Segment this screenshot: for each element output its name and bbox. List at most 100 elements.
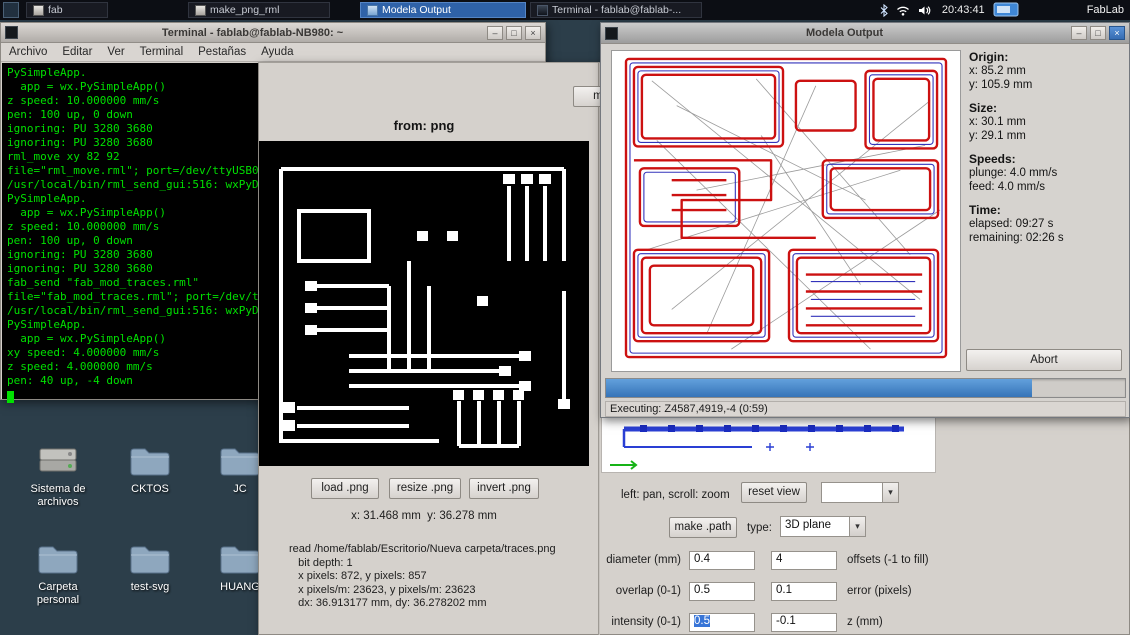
diameter-input[interactable]: 0.4 — [689, 551, 755, 570]
progress-fill — [606, 379, 1032, 397]
toolpath-preview-art — [610, 425, 904, 470]
type-select-value: 3D plane — [780, 516, 849, 537]
clock[interactable]: 20:43:41 — [942, 4, 985, 16]
workspace-label[interactable]: FabLab — [1087, 4, 1124, 16]
maximize-icon[interactable]: □ — [1090, 26, 1106, 40]
desktop-icon-label: HUANG — [220, 581, 260, 593]
z-input[interactable]: -0.1 — [771, 613, 837, 632]
desktop-icon-test-svg[interactable]: test-svg — [110, 540, 190, 594]
reset-view-button[interactable]: reset view — [741, 482, 807, 503]
intensity-input[interactable]: 0.5 — [689, 613, 755, 632]
modela-titlebar[interactable]: Modela Output – □ × — [601, 23, 1129, 44]
modela-output-window: Modela Output – □ × Origin: x: 85.2 mm y… — [600, 22, 1130, 418]
load-png-button[interactable]: load .png — [311, 478, 379, 499]
path-view-partial[interactable] — [601, 414, 936, 473]
make-png-rml-app-icon — [195, 4, 206, 16]
error-label: error (pixels) — [847, 585, 912, 597]
folder-icon — [127, 442, 173, 480]
terminal-menubar: Archivo Editar Ver Terminal Pestañas Ayu… — [1, 43, 545, 62]
pan-zoom-hint: left: pan, scroll: zoom — [621, 489, 730, 501]
overlap-input[interactable]: 0.5 — [689, 582, 755, 601]
modela-info-panel: Origin: x: 85.2 mm y: 105.9 mm Size: x: … — [969, 50, 1127, 245]
taskbar-button-make-png-rml[interactable]: make_png_rml — [188, 2, 330, 18]
progress-bar — [605, 378, 1126, 398]
terminal-app-icon — [5, 26, 18, 39]
modela-app-icon — [605, 26, 618, 40]
menu-terminal[interactable]: Terminal — [140, 46, 183, 58]
toolpath-canvas — [611, 50, 961, 372]
make-path-button[interactable]: make .path — [669, 517, 737, 538]
abort-button[interactable]: Abort — [966, 349, 1122, 371]
folder-icon — [217, 540, 263, 578]
taskbar: fab make_png_rml Modela Output Terminal … — [0, 0, 1130, 20]
terminal-cursor — [7, 391, 14, 403]
desktop-icon-carpeta-personal[interactable]: Carpeta personal — [18, 540, 98, 606]
pcb-image-view — [259, 141, 589, 466]
display-notification-icon[interactable] — [993, 2, 1019, 18]
origin-x: x: 85.2 mm — [969, 65, 1026, 77]
desktop-icon-label: CKTOS — [131, 483, 169, 495]
chevron-down-icon[interactable]: ▾ — [849, 516, 866, 537]
maximize-icon[interactable]: □ — [506, 25, 522, 40]
size-heading: Size: — [969, 101, 998, 115]
close-icon[interactable]: × — [1109, 26, 1125, 40]
minimize-icon[interactable]: – — [1071, 26, 1087, 40]
intensity-label: intensity (0-1) — [611, 616, 681, 628]
terminal-title: Terminal - fablab@fablab-NB980: ~ — [161, 26, 344, 39]
terminal-titlebar[interactable]: Terminal - fablab@fablab-NB980: ~ – □ × — [1, 23, 545, 43]
chevron-down-icon[interactable]: ▾ — [882, 482, 899, 503]
taskbar-button-label: fab — [48, 4, 63, 16]
desktop-icon-label: test-svg — [130, 581, 170, 593]
diameter-label: diameter (mm) — [606, 554, 681, 566]
error-input[interactable]: 0.1 — [771, 582, 837, 601]
desktop-icon-cktos[interactable]: CKTOS — [110, 442, 190, 496]
status-text: Executing: Z4587,4919,-4 (0:59) — [605, 401, 1126, 417]
error-value: 0.1 — [776, 584, 792, 596]
png-info-line: x pixels: 872, y pixels: 857 — [289, 570, 427, 582]
volume-icon[interactable] — [918, 5, 932, 16]
origin-y: y: 105.9 mm — [969, 79, 1033, 91]
view-select[interactable]: ▾ — [821, 482, 899, 503]
type-select[interactable]: 3D plane ▾ — [780, 516, 866, 537]
remaining-time: remaining: 02:26 s — [969, 232, 1064, 244]
menu-ayuda[interactable]: Ayuda — [261, 46, 293, 58]
pcb-traces-art — [259, 141, 589, 466]
z-label: z (mm) — [847, 616, 883, 628]
diameter-value: 0.4 — [694, 553, 710, 565]
modela-title: Modela Output — [806, 27, 883, 39]
offsets-value: 4 — [776, 553, 783, 565]
menu-archivo[interactable]: Archivo — [9, 46, 47, 58]
close-icon[interactable]: × — [525, 25, 541, 40]
desktop-icon-sistema-de-archivos[interactable]: Sistema de archivos — [18, 442, 98, 508]
launcher-icon[interactable] — [3, 2, 19, 18]
png-info-line: dx: 36.913177 mm, dy: 36.278202 mm — [289, 597, 487, 609]
menu-pestanas[interactable]: Pestañas — [198, 46, 246, 58]
folder-icon — [35, 540, 81, 578]
cursor-coordinates: x: 31.468 mm y: 36.278 mm — [351, 510, 497, 522]
type-label: type: — [747, 522, 772, 534]
elapsed-time: elapsed: 09:27 s — [969, 218, 1054, 230]
plunge-speed: plunge: 4.0 mm/s — [969, 167, 1058, 179]
desktop: Sistema de archivos CKTOS JC Carpeta per… — [0, 0, 1130, 635]
minimize-icon[interactable]: – — [487, 25, 503, 40]
menu-ver[interactable]: Ver — [107, 46, 124, 58]
taskbar-button-modela-output[interactable]: Modela Output — [360, 2, 526, 18]
fab-app-icon — [33, 4, 44, 16]
resize-png-button[interactable]: resize .png — [389, 478, 461, 499]
offsets-input[interactable]: 4 — [771, 551, 837, 570]
taskbar-button-fab[interactable]: fab — [26, 2, 108, 18]
desktop-icon-label: Carpeta personal — [36, 581, 80, 606]
folder-icon — [217, 442, 263, 480]
from-png-heading: from: png — [393, 118, 455, 133]
bluetooth-icon[interactable] — [880, 3, 888, 17]
taskbar-button-label: Terminal - fablab@fablab-... — [552, 4, 682, 16]
desktop-icon-label: JC — [233, 483, 247, 495]
wifi-icon[interactable] — [896, 5, 910, 16]
speeds-heading: Speeds: — [969, 152, 1016, 166]
overlap-label: overlap (0-1) — [615, 585, 681, 597]
taskbar-button-terminal[interactable]: Terminal - fablab@fablab-... — [530, 2, 702, 18]
invert-png-button[interactable]: invert .png — [469, 478, 539, 499]
drive-icon — [35, 442, 81, 480]
feed-speed: feed: 4.0 mm/s — [969, 181, 1046, 193]
menu-editar[interactable]: Editar — [62, 46, 92, 58]
